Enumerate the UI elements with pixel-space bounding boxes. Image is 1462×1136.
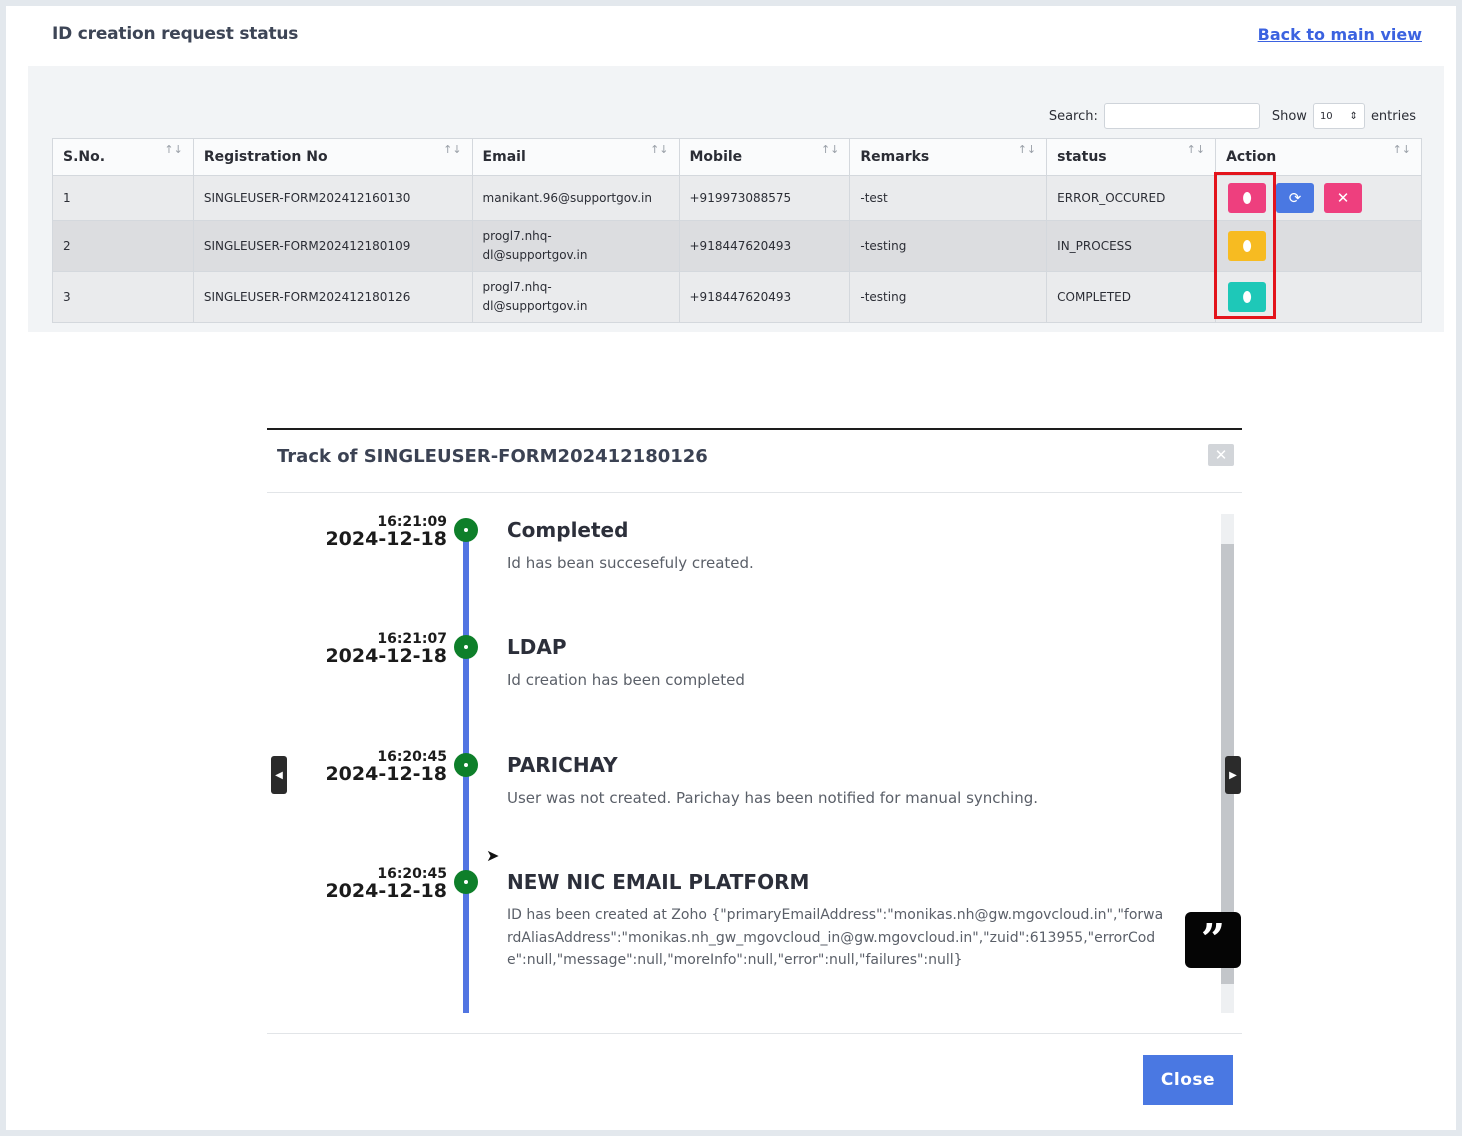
event-description: User was not created. Parichay has been … xyxy=(507,789,1038,807)
cell-remarks: -testing xyxy=(849,271,1048,323)
col-header-registration[interactable]: Registration No ↑↓ xyxy=(192,138,473,176)
timeline-dot-icon xyxy=(454,870,478,894)
search-input[interactable] xyxy=(1103,103,1260,129)
timeline-dot-icon xyxy=(454,518,478,542)
modal-title: Track of SINGLEUSER-FORM202412180126 xyxy=(277,446,708,467)
cell-registration-no: SINGLEUSER-FORM202412160130 xyxy=(192,175,473,221)
cell-status: IN_PROCESS xyxy=(1046,220,1217,272)
event-date: 2024-12-18 xyxy=(325,880,447,902)
retry-button[interactable]: ⟳ xyxy=(1276,183,1315,213)
event-title: LDAP xyxy=(507,635,567,659)
event-title: Completed xyxy=(507,518,629,542)
col-header-mobile[interactable]: Mobile ↑↓ xyxy=(678,138,851,176)
modal-close-icon[interactable]: ✕ xyxy=(1208,444,1234,466)
modal-top-border xyxy=(267,428,1242,430)
cell-mobile: +918447620493 xyxy=(678,220,851,272)
cell-mobile: +919973088575 xyxy=(678,175,851,221)
entries-value: 10 xyxy=(1319,110,1333,122)
cell-sno: 1 xyxy=(52,175,194,221)
timeline-dot-icon xyxy=(454,753,478,777)
cell-mobile: +918447620493 xyxy=(678,271,851,323)
page-title: ID creation request status xyxy=(52,24,299,44)
entries-select[interactable]: 10 ⇕ xyxy=(1312,103,1365,129)
table-controls: Search: Show 10 ⇕ entries xyxy=(1043,100,1422,132)
sort-icon[interactable]: ↑↓ xyxy=(1018,143,1036,156)
entries-label: entries xyxy=(1370,108,1416,124)
event-date: 2024-12-18 xyxy=(325,645,447,667)
event-description: Id creation has been completed xyxy=(507,671,745,689)
scroll-right-arrow-icon[interactable]: ▶ xyxy=(1225,756,1241,794)
cell-email: manikant.96@supportgov.in xyxy=(471,175,680,221)
event-date: 2024-12-18 xyxy=(325,763,447,785)
event-title: PARICHAY xyxy=(507,753,618,777)
sort-icon[interactable]: ↑↓ xyxy=(443,143,461,156)
sort-icon[interactable]: ↑↓ xyxy=(164,143,182,156)
back-to-main-view-link[interactable]: Back to main view xyxy=(1258,25,1422,44)
event-title: NEW NIC EMAIL PLATFORM xyxy=(507,870,810,894)
sort-icon[interactable]: ↑↓ xyxy=(1393,143,1411,156)
sort-icon[interactable]: ↑↓ xyxy=(821,143,839,156)
cell-email: progl7.nhq-dl@supportgov.in xyxy=(471,271,680,323)
cell-sno: 2 xyxy=(52,220,194,272)
delete-button[interactable]: ✕ xyxy=(1324,183,1363,213)
action-highlight-box xyxy=(1214,172,1276,319)
select-arrows-icon: ⇕ xyxy=(1349,110,1358,122)
scroll-left-arrow-icon[interactable]: ◀ xyxy=(271,756,287,794)
modal-footer-divider xyxy=(267,1033,1242,1034)
cell-registration-no: SINGLEUSER-FORM202412180109 xyxy=(192,220,473,272)
refresh-icon: ⟳ xyxy=(1288,189,1302,207)
cell-status: COMPLETED xyxy=(1046,271,1217,323)
col-header-sno[interactable]: S.No. ↑↓ xyxy=(52,138,194,176)
col-header-status[interactable]: status ↑↓ xyxy=(1046,138,1217,176)
cell-email: progl7.nhq-dl@supportgov.in xyxy=(471,220,680,272)
search-label: Search: xyxy=(1048,108,1098,124)
timeline-dot-icon xyxy=(454,635,478,659)
show-label: Show xyxy=(1271,108,1307,124)
cell-sno: 3 xyxy=(52,271,194,323)
mouse-cursor-icon: ➤ xyxy=(486,846,500,865)
cell-remarks: -test xyxy=(849,175,1048,221)
modal-header-divider xyxy=(267,492,1242,493)
quote-icon[interactable]: ” xyxy=(1185,912,1241,968)
sort-icon[interactable]: ↑↓ xyxy=(1187,143,1205,156)
sort-icon[interactable]: ↑↓ xyxy=(650,143,668,156)
close-icon: ✕ xyxy=(1336,189,1350,207)
col-header-email[interactable]: Email ↑↓ xyxy=(471,138,680,176)
cell-remarks: -testing xyxy=(849,220,1048,272)
cell-status: ERROR_OCCURED xyxy=(1046,175,1217,221)
event-description: ID has been created at Zoho {"primaryEma… xyxy=(507,907,1164,968)
cell-registration-no: SINGLEUSER-FORM202412180126 xyxy=(192,271,473,323)
close-button[interactable]: Close xyxy=(1143,1055,1233,1105)
event-date: 2024-12-18 xyxy=(325,528,447,550)
event-description: Id has bean succesefuly created. xyxy=(507,554,754,572)
col-header-remarks[interactable]: Remarks ↑↓ xyxy=(849,138,1048,176)
col-header-action[interactable]: Action ↑↓ xyxy=(1215,138,1422,176)
table-header-row: S.No. ↑↓ Registration No ↑↓ Email ↑↓ Mobile… xyxy=(52,138,1422,176)
